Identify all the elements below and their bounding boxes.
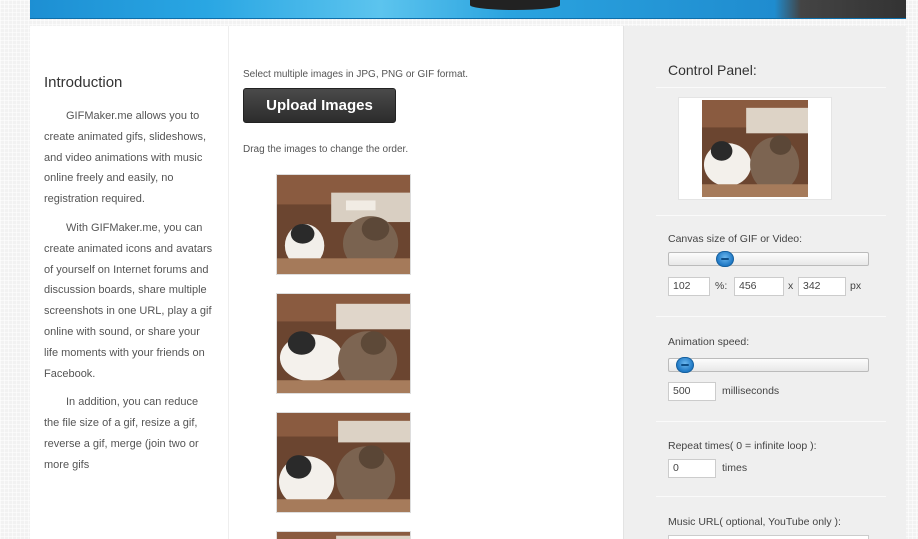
- canvas-width-input[interactable]: 456: [734, 277, 784, 296]
- cat-photo-image: [277, 175, 410, 274]
- column-divider: [228, 26, 229, 539]
- image-thumbnail[interactable]: [276, 174, 411, 275]
- slider-handle[interactable]: [675, 357, 694, 373]
- image-thumbnail[interactable]: [276, 531, 411, 539]
- milliseconds-label: milliseconds: [722, 385, 780, 397]
- image-thumbnail[interactable]: [276, 412, 411, 513]
- preview-image: [702, 100, 808, 197]
- canvas-size-slider[interactable]: [668, 251, 869, 267]
- music-url-input[interactable]: [668, 535, 869, 539]
- speed-input[interactable]: 500: [668, 382, 716, 401]
- intro-paragraph: With GIFMaker.me, you can create animate…: [44, 221, 213, 380]
- music-url-label: Music URL( optional, YouTube only ):: [668, 516, 841, 528]
- cat-photo-image: [277, 413, 410, 512]
- site-header-bar: [30, 0, 906, 19]
- divider: [656, 316, 886, 317]
- control-panel-title: Control Panel:: [668, 62, 757, 78]
- divider: [656, 215, 886, 216]
- intro-column: Introduction GIFMaker.me allows you to c…: [30, 26, 228, 539]
- canvas-height-input[interactable]: 342: [798, 277, 846, 296]
- pixel-unit-label: px: [850, 280, 862, 292]
- canvas-size-label: Canvas size of GIF or Video:: [668, 233, 803, 245]
- intro-text: GIFMaker.me allows you to create animate…: [44, 106, 214, 484]
- upload-images-button[interactable]: Upload Images: [243, 88, 396, 123]
- control-panel: Control Panel: Canvas size of GIF or Vid…: [623, 26, 906, 539]
- divider: [656, 421, 886, 422]
- repeat-times-label: Repeat times( 0 = infinite loop ):: [668, 440, 817, 452]
- repeat-times-input[interactable]: 0: [668, 459, 716, 478]
- intro-paragraph: In addition, you can reduce the file siz…: [44, 396, 199, 471]
- slider-handle[interactable]: [715, 251, 734, 267]
- intro-paragraph: GIFMaker.me allows you to create animate…: [44, 110, 207, 206]
- animation-preview: [678, 97, 832, 200]
- percent-separator: %:: [715, 280, 728, 292]
- dimension-separator: x: [788, 280, 794, 292]
- animation-speed-slider[interactable]: [668, 357, 869, 373]
- animation-speed-label: Animation speed:: [668, 336, 750, 348]
- divider: [656, 496, 886, 497]
- select-format-hint: Select multiple images in JPG, PNG or GI…: [243, 69, 469, 80]
- cat-photo-image: [277, 532, 410, 539]
- header-logo-shape: [470, 0, 560, 10]
- intro-title: Introduction: [44, 74, 123, 91]
- times-label: times: [722, 462, 748, 474]
- page-content: Introduction GIFMaker.me allows you to c…: [30, 26, 906, 539]
- drag-order-hint: Drag the images to change the order.: [243, 144, 409, 155]
- divider: [656, 87, 886, 88]
- image-thumbnail[interactable]: [276, 293, 411, 394]
- canvas-percent-input[interactable]: 102: [668, 277, 710, 296]
- upload-column: Select multiple images in JPG, PNG or GI…: [243, 26, 623, 539]
- cat-photo-image: [277, 294, 410, 393]
